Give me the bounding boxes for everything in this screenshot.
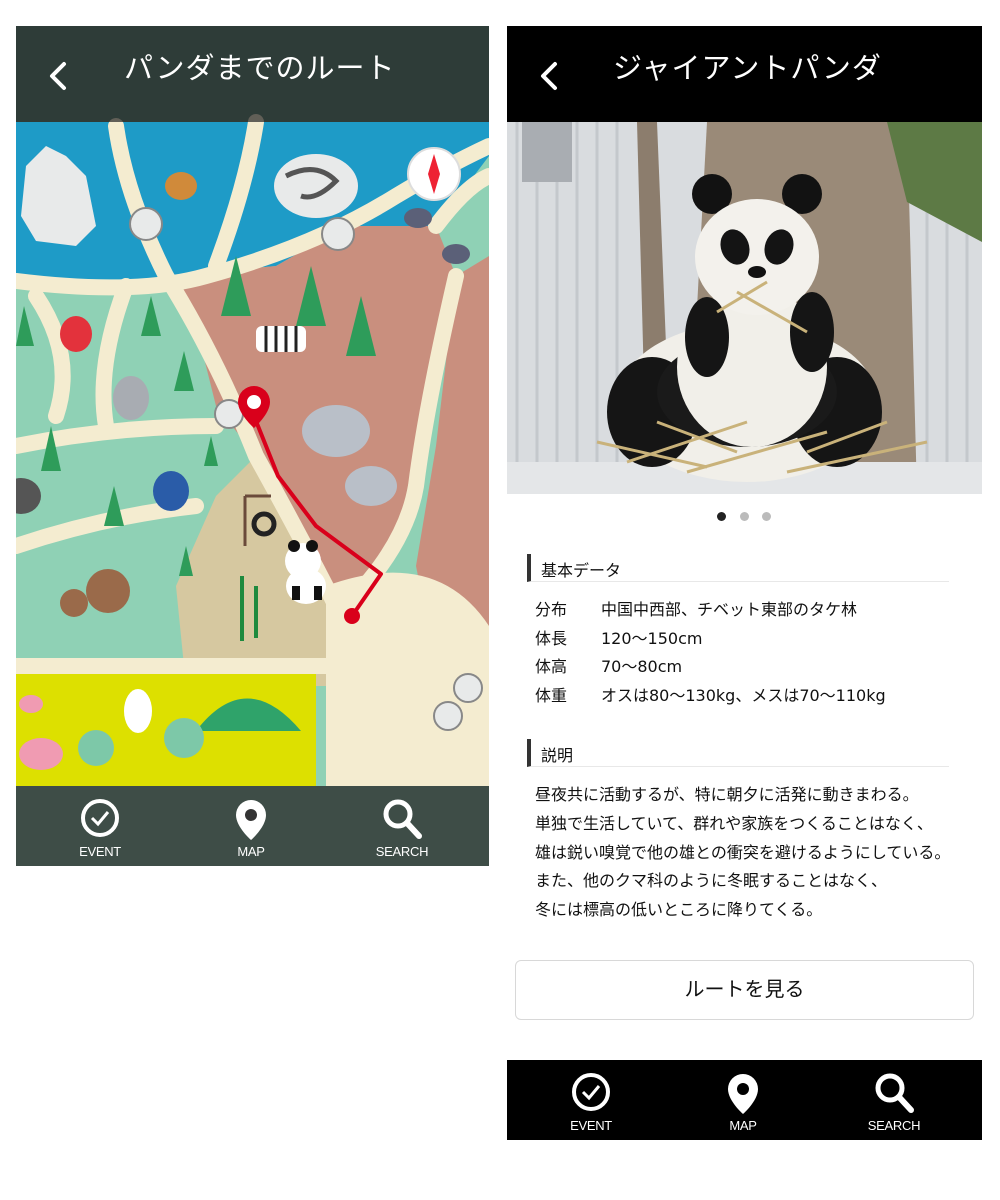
tab-label: SEARCH (867, 1118, 921, 1133)
bottom-tab-bar: EVENT MAP SEARCH (507, 1060, 982, 1140)
data-row: 体高 70〜80cm (535, 653, 955, 679)
carousel-dot[interactable] (762, 512, 771, 521)
animal-detail-screen: ジャイアントパンダ 基本データ 分布 中国中西部、チベット東部のタケ林 体長 1… (507, 26, 982, 1140)
section-header-description: 説明 (527, 739, 949, 767)
check-circle-icon (81, 799, 119, 837)
tab-event[interactable]: EVENT (531, 1060, 651, 1140)
map-header: パンダまでのルート (16, 26, 489, 122)
map-pin-icon (236, 800, 266, 840)
description-text: 昼夜共に活動するが、特に朝夕に活発に動きまわる。 単独で生活していて、群れや家族… (535, 781, 975, 925)
zoo-map[interactable] (16, 26, 489, 866)
data-row: 分布 中国中西部、チベット東部のタケ林 (535, 596, 955, 622)
tab-search[interactable]: SEARCH (834, 1060, 954, 1140)
tab-label: EVENT (79, 844, 121, 859)
tab-label: MAP (237, 844, 265, 859)
chevron-left-icon[interactable] (533, 56, 567, 96)
data-key: 体高 (535, 657, 568, 676)
data-value: 120〜150cm (601, 629, 703, 648)
description-line: 冬には標高の低いところに降りてくる。 (535, 900, 823, 920)
data-row: 体長 120〜150cm (535, 625, 955, 651)
page-title: ジャイアントパンダ (613, 51, 882, 85)
search-icon (383, 799, 422, 839)
tab-map[interactable]: MAP (683, 1060, 803, 1140)
data-key: 分布 (535, 600, 568, 619)
data-value: 70〜80cm (601, 657, 683, 676)
description-line: 昼夜共に活動するが、特に朝夕に活発に動きまわる。 (535, 785, 919, 804)
data-row: 体重 オスは80〜130kg、メスは70〜110kg (535, 682, 955, 708)
view-route-button[interactable]: ルートを見る (515, 960, 974, 1020)
section-header-basic-data: 基本データ (527, 554, 949, 582)
tab-label: MAP (729, 1118, 757, 1133)
data-value: オスは80〜130kg、メスは70〜110kg (601, 686, 886, 705)
data-value: 中国中西部、チベット東部のタケ林 (601, 600, 858, 619)
section-title: 説明 (541, 746, 574, 765)
tab-label: SEARCH (375, 844, 429, 859)
carousel-indicator (507, 512, 982, 524)
page-title: パンダまでのルート (124, 51, 396, 85)
carousel-dot[interactable] (740, 512, 749, 521)
section-title: 基本データ (541, 561, 622, 580)
tab-search[interactable]: SEARCH (342, 786, 462, 866)
carousel-dot-active[interactable] (717, 512, 726, 521)
detail-header: ジャイアントパンダ (507, 26, 982, 122)
description-line: 単独で生活していて、群れや家族をつくることはなく、 (535, 813, 933, 833)
chevron-left-icon[interactable] (42, 56, 76, 96)
data-key: 体重 (535, 686, 568, 705)
description-line: また、他のクマ科のように冬眠することはなく、 (535, 871, 888, 891)
data-key: 体長 (535, 629, 568, 648)
map-screen: パンダまでのルート EVENT MAP SEARCH (16, 26, 489, 866)
panda-photo[interactable] (507, 122, 982, 494)
tab-map[interactable]: MAP (191, 786, 311, 866)
bottom-tab-bar: EVENT MAP SEARCH (16, 786, 489, 866)
check-circle-icon (572, 1073, 610, 1111)
tab-event[interactable]: EVENT (40, 786, 160, 866)
search-icon (875, 1073, 914, 1113)
tab-label: EVENT (570, 1118, 612, 1133)
description-line: 雄は鋭い嗅覚で他の雄との衝突を避けるようにしている。 (535, 842, 951, 862)
map-pin-icon (728, 1074, 758, 1114)
